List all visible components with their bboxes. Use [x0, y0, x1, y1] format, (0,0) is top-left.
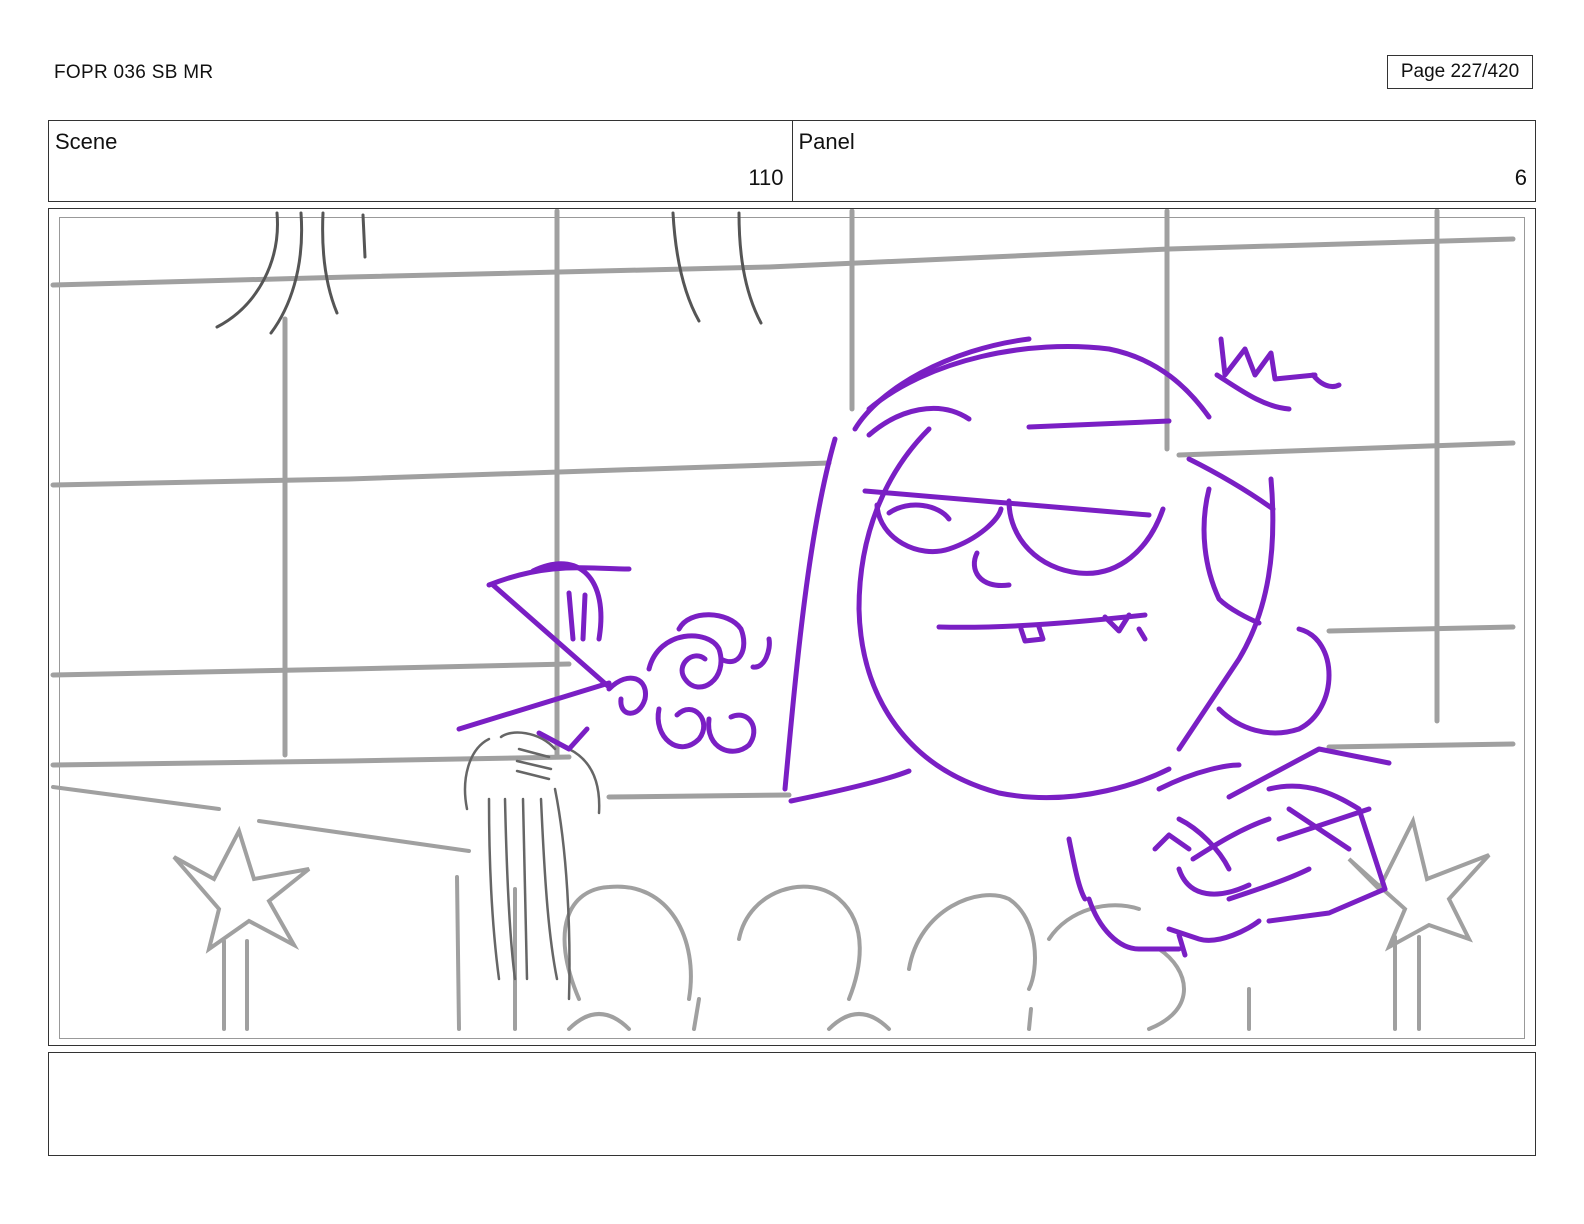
storyboard-sketch — [50, 209, 1516, 1031]
panel-label: Panel — [798, 129, 855, 154]
background-railing — [51, 785, 1491, 1031]
storyboard-frame — [48, 208, 1536, 1046]
panel-notes-box[interactable] — [48, 1052, 1536, 1156]
scene-label: Scene — [55, 129, 118, 154]
page-indicator: Page 227/420 — [1387, 55, 1533, 89]
scene-number: 110 — [748, 165, 784, 190]
document-title: FOPR 036 SB MR — [54, 62, 214, 83]
panel-cell: Panel 6 — [791, 121, 1536, 201]
background-wall-grid — [50, 209, 1516, 800]
scene-cell: Scene 110 — [49, 121, 792, 201]
hair-tuft-figure — [463, 731, 601, 1001]
scene-panel-info: Scene 110 Panel 6 — [48, 120, 1536, 202]
character-sketch — [456, 336, 1392, 958]
panel-number: 6 — [1514, 165, 1527, 190]
